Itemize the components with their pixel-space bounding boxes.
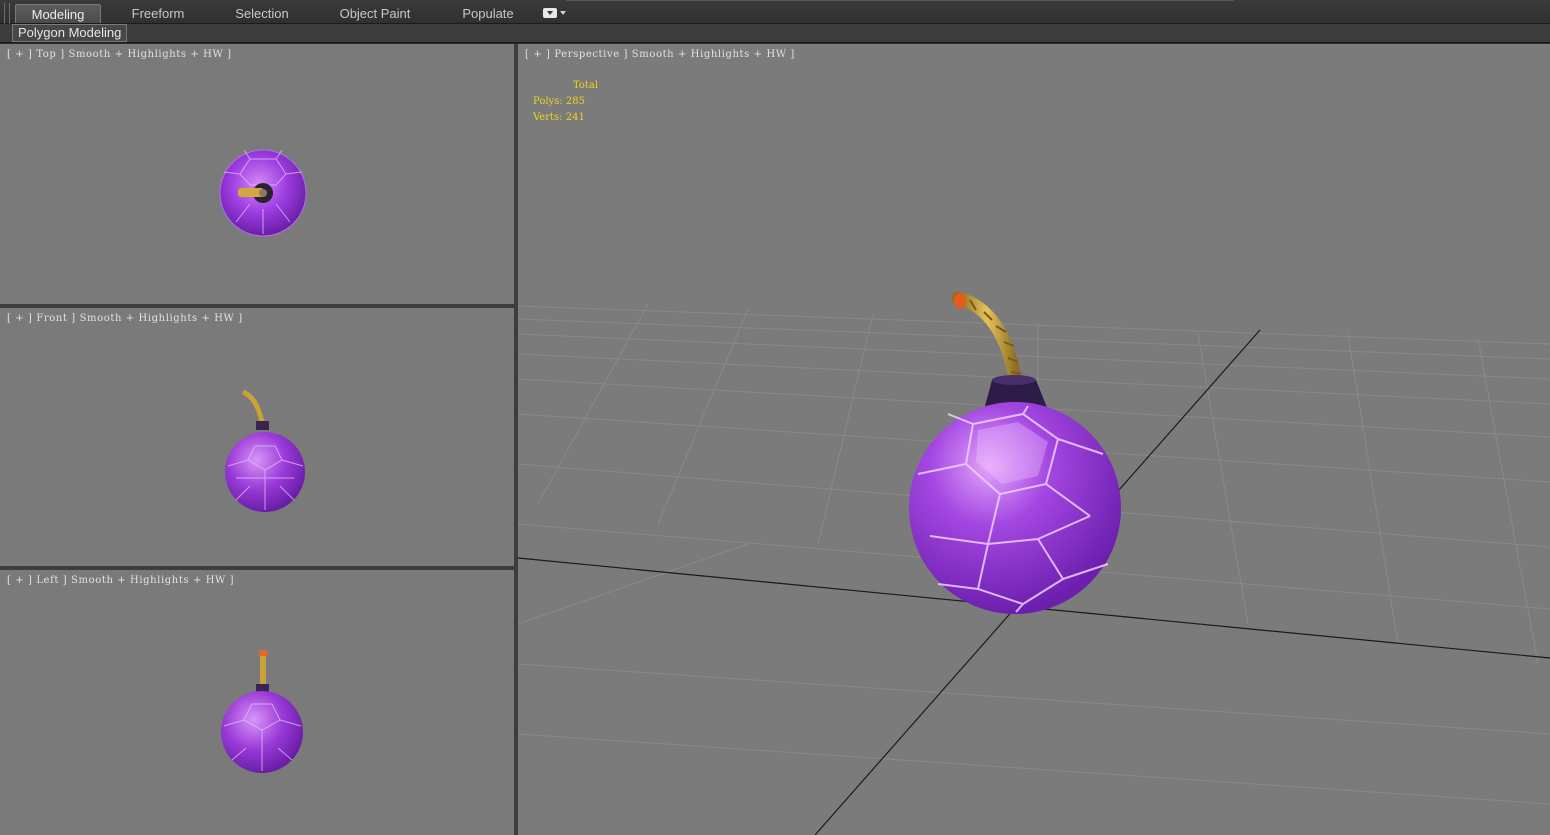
ribbon-options-icon[interactable]: [543, 6, 569, 20]
stats-verts-value: 241: [565, 112, 585, 123]
viewport-label-perspective[interactable]: [ + ] Perspective ] Smooth + Highlights …: [525, 49, 795, 60]
tab-object-paint[interactable]: Object Paint: [328, 4, 422, 23]
ribbon-panel: Polygon Modeling: [0, 24, 1550, 43]
viewport-top[interactable]: [ + ] Top ] Smooth + Highlights + HW ]: [0, 44, 514, 304]
statistics-overlay: Total Polys: 285 Verts: 241: [533, 78, 598, 126]
ribbon-tab-bar: Modeling Freeform Selection Object Paint…: [0, 0, 1550, 41]
stats-header: Total: [573, 80, 599, 91]
stats-verts-label: Verts:: [533, 112, 563, 123]
viewport-perspective[interactable]: [ + ] Perspective ] Smooth + Highlights …: [518, 44, 1550, 835]
tab-populate[interactable]: Populate: [448, 4, 528, 23]
stats-polys-label: Polys:: [533, 96, 563, 107]
bomb-model-front-view[interactable]: [0, 308, 514, 566]
tab-freeform[interactable]: Freeform: [118, 4, 198, 23]
polygon-modeling-button[interactable]: Polygon Modeling: [12, 24, 128, 42]
viewport-left[interactable]: [ + ] Left ] Smooth + Highlights + HW ]: [0, 570, 514, 835]
perspective-scene[interactable]: [518, 44, 1550, 835]
bomb-model-left-view[interactable]: [0, 570, 514, 835]
stats-polys: Polys: 285: [533, 94, 598, 110]
tab-selection[interactable]: Selection: [220, 4, 304, 23]
ribbon-separator: [566, 0, 1234, 1]
stats-polys-value: 285: [565, 96, 585, 107]
tab-modeling[interactable]: Modeling: [15, 4, 101, 23]
viewport-front[interactable]: [ + ] Front ] Smooth + Highlights + HW ]: [0, 308, 514, 566]
ribbon-options-box-icon: [543, 8, 557, 18]
stats-verts: Verts: 241: [533, 110, 598, 126]
bomb-model-top-view[interactable]: [0, 44, 514, 304]
chevron-down-icon: [560, 11, 566, 15]
